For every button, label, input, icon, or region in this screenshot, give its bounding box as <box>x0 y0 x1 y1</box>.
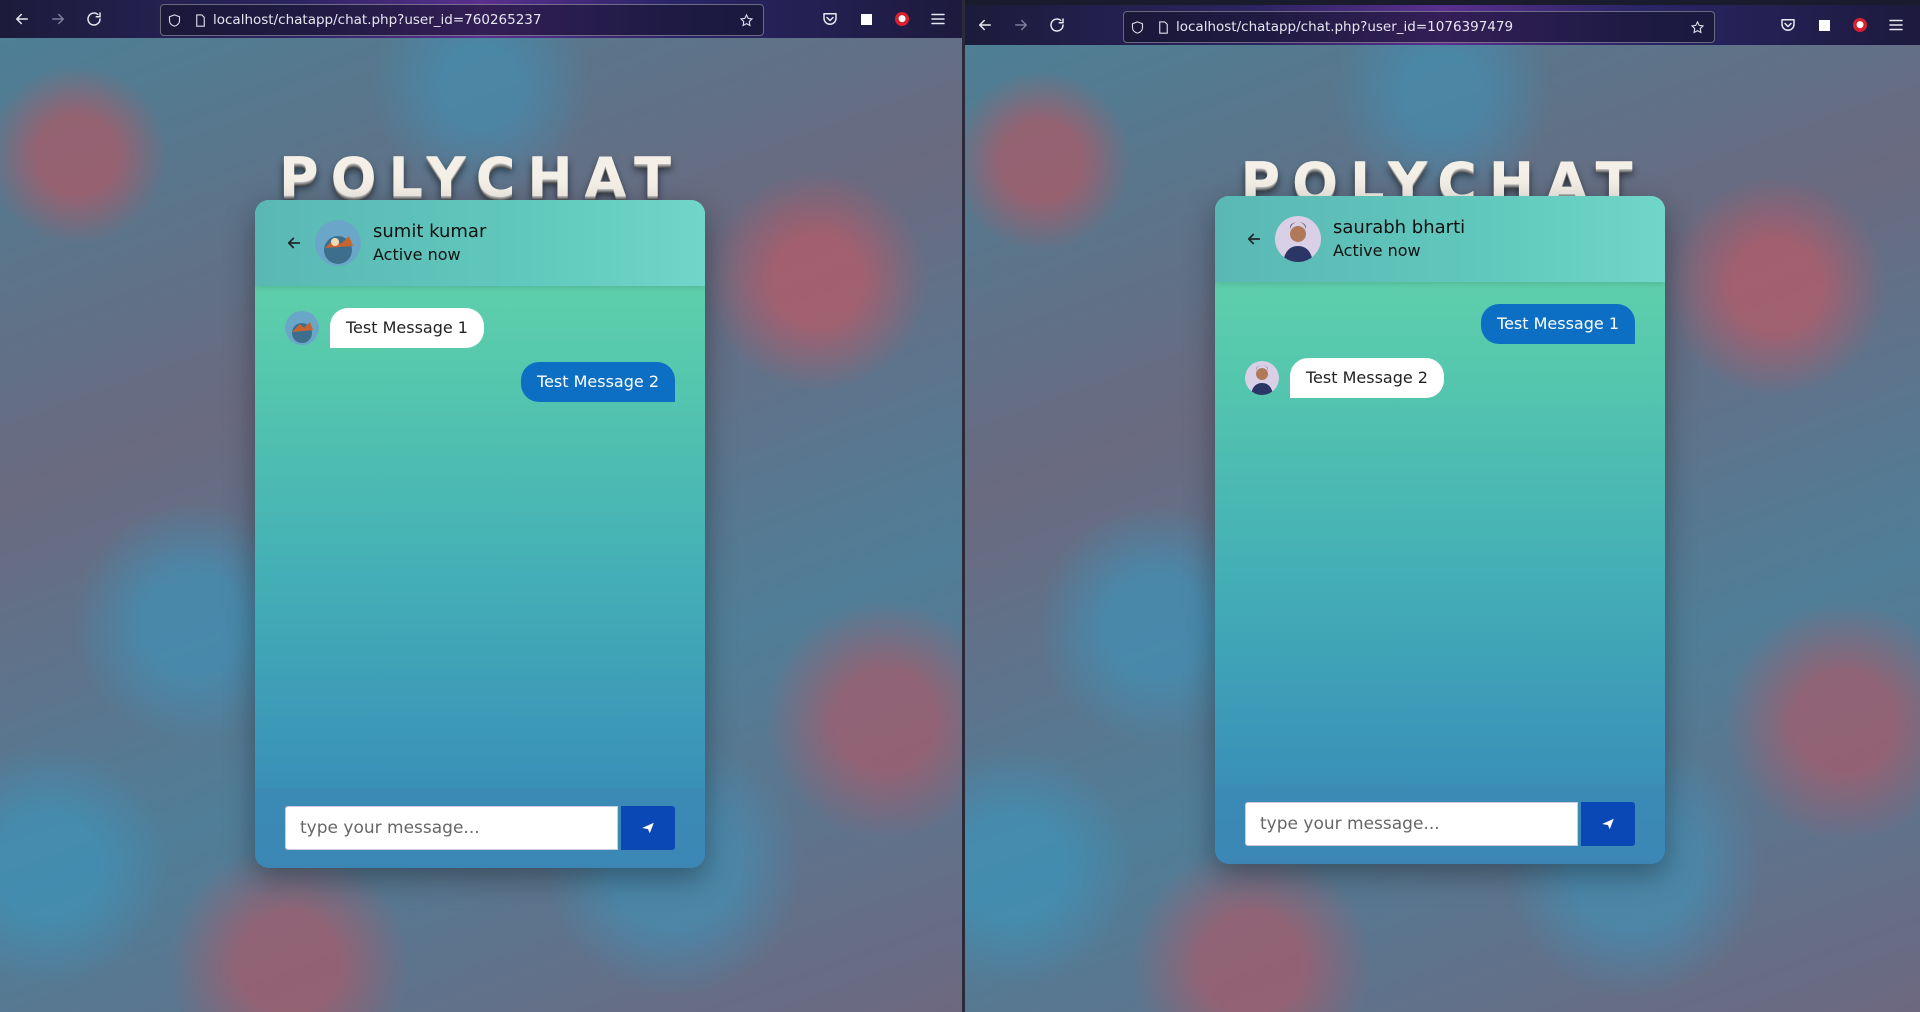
message-bubble: Test Message 1 <box>330 308 484 348</box>
browser-toolbar: localhost/chatapp/chat.php?user_id=10763… <box>965 5 1920 45</box>
arrow-left-icon <box>16 13 28 25</box>
paper-plane-icon <box>642 822 654 834</box>
lock-icon[interactable]: ● <box>1842 7 1878 43</box>
address-bar[interactable]: localhost/chatapp/chat.php?user_id=10763… <box>1123 11 1715 43</box>
toolbar-extensions: ● <box>1770 5 1914 45</box>
contact-status: Active now <box>373 245 461 264</box>
arrow-left-icon <box>1247 233 1261 245</box>
message-input[interactable] <box>1245 802 1578 846</box>
message-composer <box>1215 784 1665 864</box>
hamburger-menu-icon[interactable] <box>920 1 956 37</box>
chat-messages: Test Message 1 Test Message 2 <box>1215 282 1665 784</box>
reload-button[interactable] <box>1039 7 1075 43</box>
extension-icon[interactable] <box>848 1 884 37</box>
back-link[interactable] <box>279 228 309 258</box>
address-bar[interactable]: localhost/chatapp/chat.php?user_id=76026… <box>160 4 764 36</box>
back-link[interactable] <box>1239 224 1269 254</box>
reload-button[interactable] <box>76 1 112 37</box>
back-button[interactable] <box>4 1 40 37</box>
toolbar-extensions: ● <box>812 0 956 38</box>
url-text[interactable]: localhost/chatapp/chat.php?user_id=10763… <box>1176 19 1684 35</box>
page-icon <box>1150 20 1176 35</box>
browser-window-left: localhost/chatapp/chat.php?user_id=76026… <box>0 0 962 1012</box>
arrow-right-icon <box>52 13 64 25</box>
extension-icon[interactable] <box>1806 7 1842 43</box>
incoming-message: Test Message 2 <box>1245 358 1635 398</box>
pocket-icon[interactable] <box>812 1 848 37</box>
forward-button[interactable] <box>1003 7 1039 43</box>
forward-button[interactable] <box>40 1 76 37</box>
sender-avatar <box>285 311 319 345</box>
browser-toolbar: localhost/chatapp/chat.php?user_id=76026… <box>0 0 962 38</box>
arrow-right-icon <box>1015 19 1027 31</box>
chat-window: sumit kumar Active now Test Message 1 Te… <box>255 200 705 868</box>
shield-icon[interactable] <box>161 13 187 28</box>
arrow-left-icon <box>979 19 991 31</box>
lock-icon[interactable]: ● <box>884 1 920 37</box>
message-bubble: Test Message 2 <box>1290 358 1444 398</box>
contact-avatar <box>1275 216 1321 262</box>
contact-details: saurabh bharti Active now <box>1333 216 1465 262</box>
outgoing-message: Test Message 1 <box>1245 304 1635 344</box>
message-composer <box>255 788 705 868</box>
browser-window-right: localhost/chatapp/chat.php?user_id=10763… <box>965 0 1920 1012</box>
arrow-left-icon <box>287 237 301 249</box>
incoming-message: Test Message 1 <box>285 308 675 348</box>
outgoing-message: Test Message 2 <box>285 362 675 402</box>
message-bubble: Test Message 2 <box>521 362 675 402</box>
hamburger-menu-icon[interactable] <box>1878 7 1914 43</box>
chat-header: sumit kumar Active now <box>255 200 705 286</box>
contact-name: sumit kumar <box>373 221 487 242</box>
page-icon <box>187 13 213 28</box>
shield-icon[interactable] <box>1124 20 1150 35</box>
chat-messages: Test Message 1 Test Message 2 <box>255 286 705 788</box>
star-icon[interactable] <box>1684 20 1710 35</box>
contact-details: sumit kumar Active now <box>373 220 486 266</box>
reload-icon <box>87 12 101 26</box>
contact-avatar <box>315 220 361 266</box>
send-button[interactable] <box>1581 802 1635 846</box>
contact-name: saurabh bharti <box>1333 217 1466 238</box>
chat-header: saurabh bharti Active now <box>1215 196 1665 282</box>
star-icon[interactable] <box>733 13 759 28</box>
paper-plane-icon <box>1602 818 1614 830</box>
back-button[interactable] <box>967 7 1003 43</box>
contact-status: Active now <box>1333 241 1421 260</box>
pocket-icon[interactable] <box>1770 7 1806 43</box>
url-text[interactable]: localhost/chatapp/chat.php?user_id=76026… <box>213 12 733 28</box>
sender-avatar <box>1245 361 1279 395</box>
chat-window: saurabh bharti Active now Test Message 1… <box>1215 196 1665 864</box>
send-button[interactable] <box>621 806 675 850</box>
reload-icon <box>1050 18 1064 32</box>
message-input[interactable] <box>285 806 618 850</box>
message-bubble: Test Message 1 <box>1481 304 1635 344</box>
